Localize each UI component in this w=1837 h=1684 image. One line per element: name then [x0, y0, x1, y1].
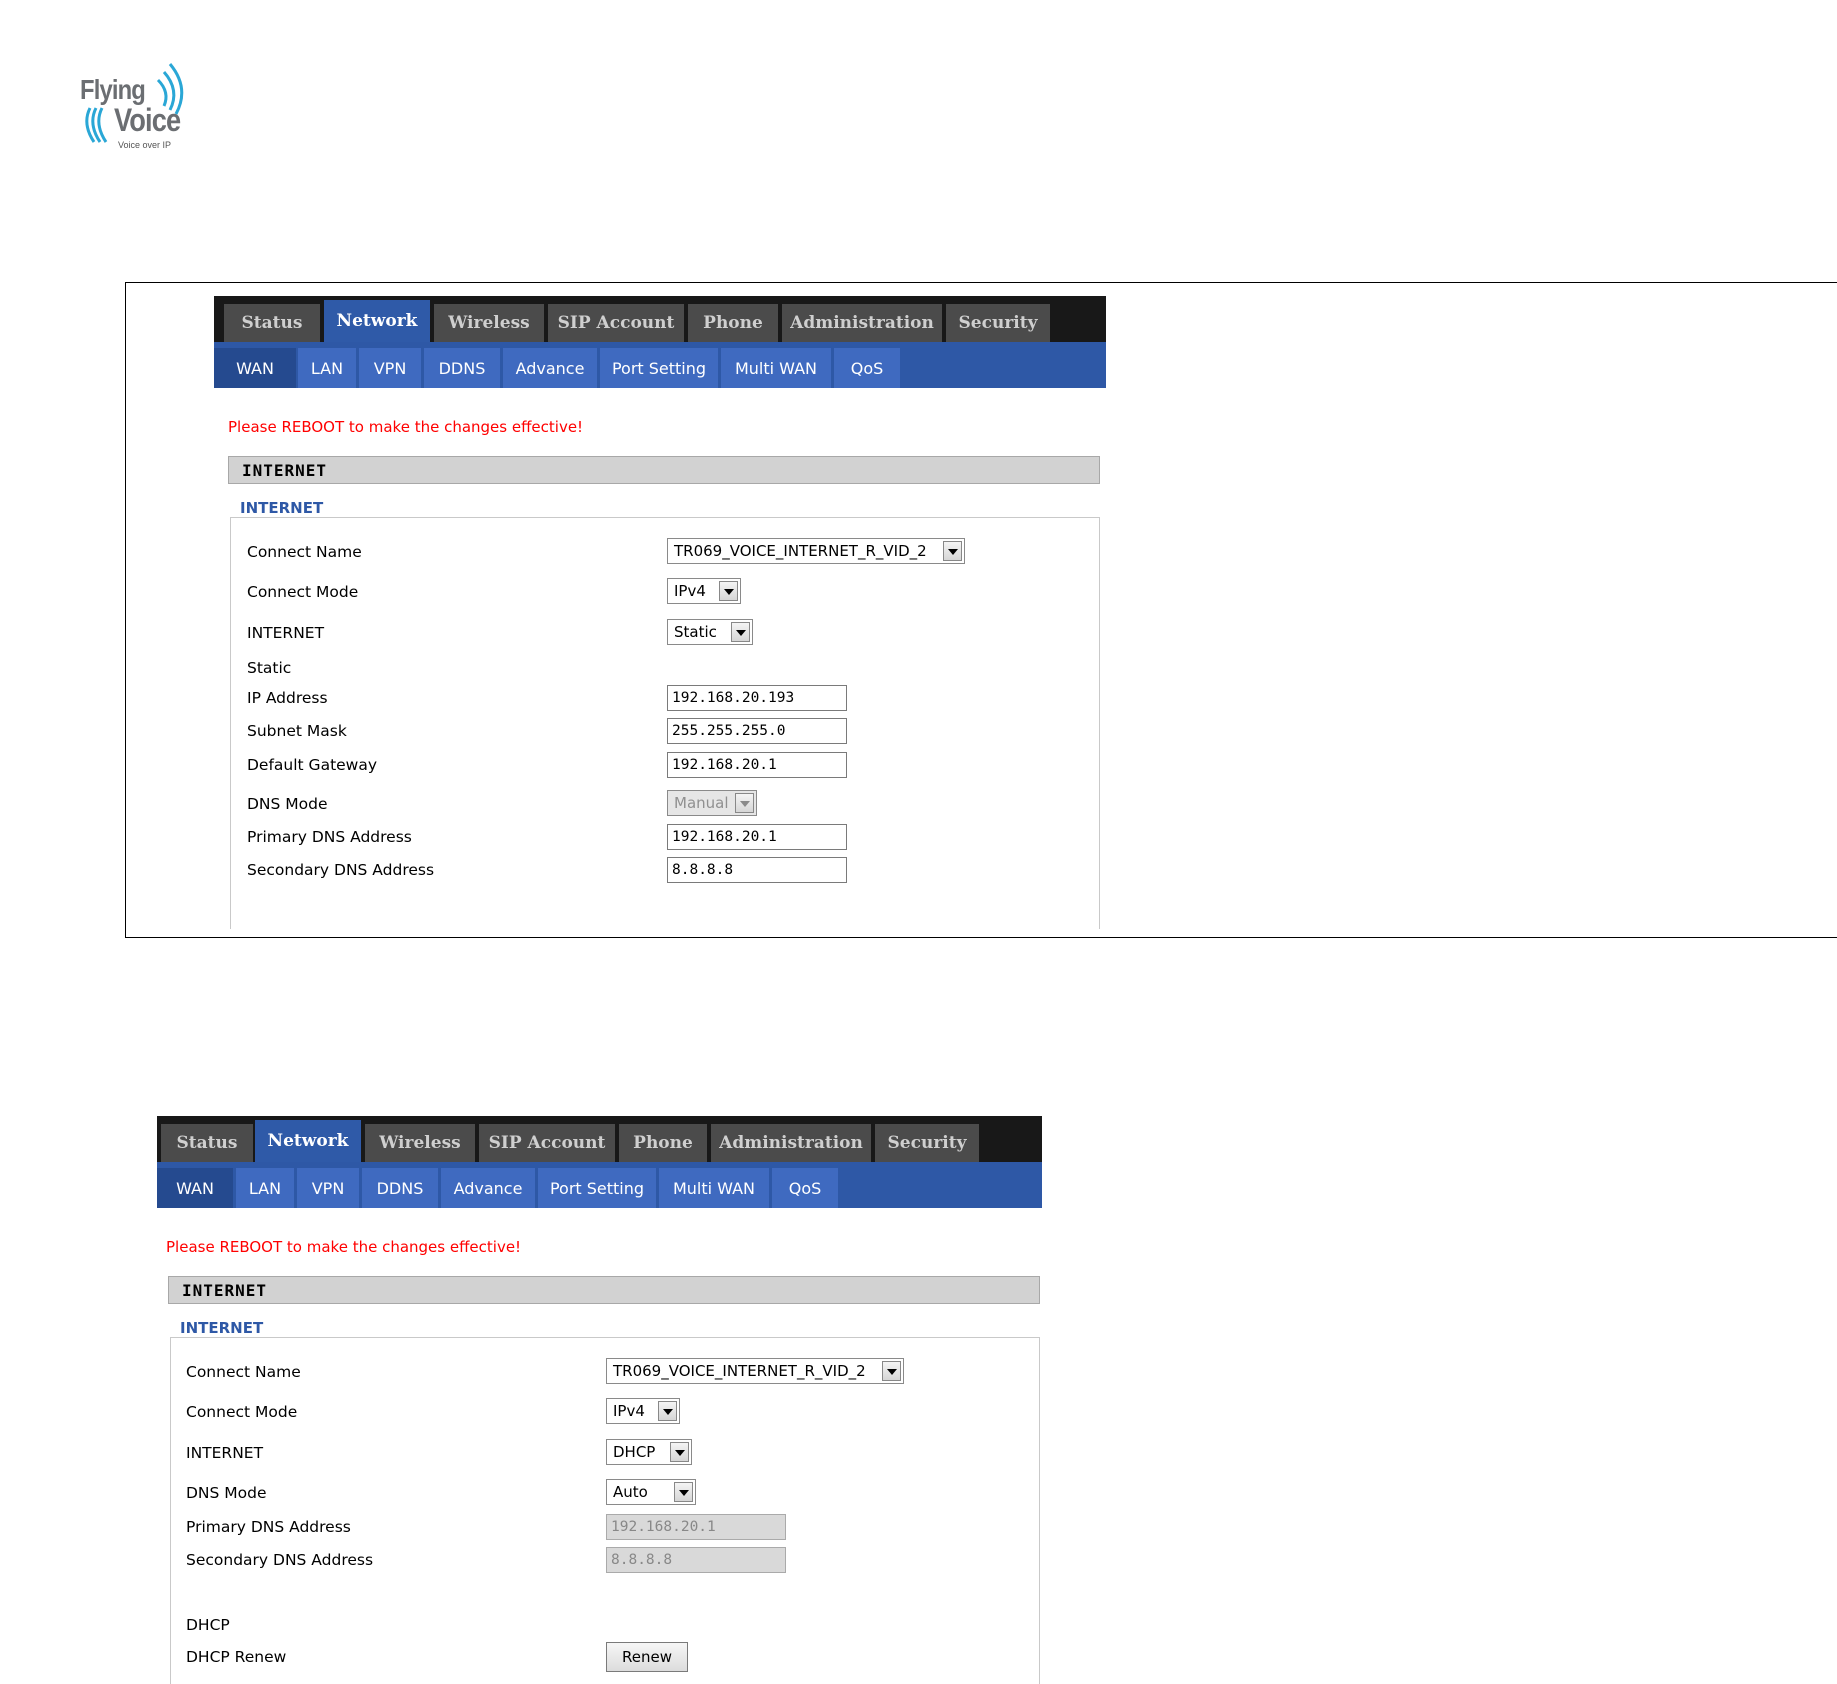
subtab-wan[interactable]: WAN — [157, 1168, 233, 1208]
connect-mode-value: IPv4 — [674, 582, 706, 600]
connect-mode-value: IPv4 — [613, 1402, 645, 1420]
connect-name-label: Connect Name — [186, 1363, 301, 1381]
logo-tagline: Voice over IP — [118, 140, 172, 150]
connect-name-label: Connect Name — [247, 543, 362, 561]
subtab-ddns[interactable]: DDNS — [362, 1168, 438, 1208]
section-title: INTERNET — [182, 1280, 268, 1300]
section-title-bar: INTERNET — [228, 456, 1100, 484]
default-gateway-input[interactable]: 192.168.20.1 — [667, 752, 847, 778]
subnet-mask-label: Subnet Mask — [247, 722, 347, 740]
internet-fieldset — [170, 1337, 1040, 1684]
screen-static: Status Network Wireless SIP Account Phon… — [214, 296, 1106, 929]
ip-address-input[interactable]: 192.168.20.193 — [667, 685, 847, 711]
subtab-lan[interactable]: LAN — [298, 348, 356, 388]
chevron-down-icon[interactable] — [731, 622, 750, 642]
chevron-down-icon[interactable] — [674, 1482, 693, 1502]
tab-status[interactable]: Status — [224, 304, 320, 342]
tab-sip-account[interactable]: SIP Account — [479, 1124, 615, 1162]
subtab-port-setting[interactable]: Port Setting — [600, 348, 718, 388]
tab-wireless[interactable]: Wireless — [365, 1124, 475, 1162]
tab-security[interactable]: Security — [946, 304, 1050, 342]
chevron-down-icon[interactable] — [719, 581, 738, 601]
subtab-advance[interactable]: Advance — [441, 1168, 535, 1208]
dns-mode-select[interactable]: Auto — [606, 1479, 696, 1505]
tab-network[interactable]: Network — [324, 300, 430, 342]
tab-phone[interactable]: Phone — [688, 304, 778, 342]
tab-wireless[interactable]: Wireless — [434, 304, 544, 342]
flying-voice-logo: Flying Voice Voice over IP — [80, 58, 190, 154]
internet-type-select[interactable]: Static — [667, 619, 753, 645]
ip-address-label: IP Address — [247, 689, 328, 707]
reboot-notice: Please REBOOT to make the changes effect… — [166, 1238, 522, 1256]
secondary-dns-input[interactable]: 8.8.8.8 — [667, 857, 847, 883]
subtab-qos[interactable]: QoS — [772, 1168, 838, 1208]
chevron-down-icon[interactable] — [658, 1401, 677, 1421]
dns-mode-label: DNS Mode — [186, 1484, 267, 1502]
fieldset-legend: INTERNET — [170, 1319, 270, 1337]
secondary-dns-label: Secondary DNS Address — [186, 1551, 374, 1569]
secondary-dns-input[interactable]: 8.8.8.8 — [606, 1547, 786, 1573]
tab-phone[interactable]: Phone — [619, 1124, 707, 1162]
internet-type-select[interactable]: DHCP — [606, 1439, 692, 1465]
renew-button[interactable]: Renew — [606, 1642, 688, 1672]
section-title-bar: INTERNET — [168, 1276, 1040, 1304]
connect-name-select[interactable]: TR069_VOICE_INTERNET_R_VID_2 — [606, 1358, 904, 1384]
section-title: INTERNET — [242, 460, 328, 480]
fieldset-legend: INTERNET — [230, 499, 330, 517]
default-gateway-label: Default Gateway — [247, 756, 378, 774]
connect-name-value: TR069_VOICE_INTERNET_R_VID_2 — [674, 542, 927, 560]
dhcp-renew-label: DHCP Renew — [186, 1648, 287, 1666]
connect-mode-label: Connect Mode — [247, 583, 359, 601]
secondary-dns-label: Secondary DNS Address — [247, 861, 435, 879]
internet-type-value: DHCP — [613, 1443, 656, 1461]
subtab-port-setting[interactable]: Port Setting — [538, 1168, 656, 1208]
screen-dhcp: Status Network Wireless SIP Account Phon… — [157, 1116, 1049, 1684]
subnet-mask-input[interactable]: 255.255.255.0 — [667, 718, 847, 744]
tab-administration[interactable]: Administration — [782, 304, 942, 342]
main-tabs: Status Network Wireless SIP Account Phon… — [214, 296, 1106, 342]
dns-mode-label: DNS Mode — [247, 795, 328, 813]
sub-tabs: WAN LAN VPN DDNS Advance Port Setting Mu… — [157, 1162, 1042, 1208]
primary-dns-label: Primary DNS Address — [247, 828, 412, 846]
subtab-vpn[interactable]: VPN — [359, 348, 421, 388]
chevron-down-icon[interactable] — [735, 793, 754, 813]
internet-type-value: Static — [674, 623, 717, 641]
subtab-lan[interactable]: LAN — [236, 1168, 294, 1208]
tab-security[interactable]: Security — [875, 1124, 979, 1162]
dns-mode-select[interactable]: Manual — [667, 790, 757, 816]
chevron-down-icon[interactable] — [943, 541, 962, 561]
subtab-wan[interactable]: WAN — [214, 348, 296, 388]
tab-network[interactable]: Network — [255, 1120, 361, 1162]
subtab-vpn[interactable]: VPN — [297, 1168, 359, 1208]
subtab-ddns[interactable]: DDNS — [424, 348, 500, 388]
subtab-multi-wan[interactable]: Multi WAN — [659, 1168, 769, 1208]
static-label: Static — [247, 659, 292, 677]
tab-status[interactable]: Status — [161, 1124, 253, 1162]
connect-mode-select[interactable]: IPv4 — [667, 578, 741, 604]
tab-sip-account[interactable]: SIP Account — [548, 304, 684, 342]
logo-word-voice: Voice — [114, 102, 181, 138]
connect-mode-select[interactable]: IPv4 — [606, 1398, 680, 1424]
tab-administration[interactable]: Administration — [711, 1124, 871, 1162]
subtab-advance[interactable]: Advance — [503, 348, 597, 388]
subtab-qos[interactable]: QoS — [834, 348, 900, 388]
internet-label: INTERNET — [186, 1444, 264, 1462]
primary-dns-label: Primary DNS Address — [186, 1518, 351, 1536]
subtab-multi-wan[interactable]: Multi WAN — [721, 348, 831, 388]
connect-name-value: TR069_VOICE_INTERNET_R_VID_2 — [613, 1362, 866, 1380]
chevron-down-icon[interactable] — [882, 1361, 901, 1381]
connect-name-select[interactable]: TR069_VOICE_INTERNET_R_VID_2 — [667, 538, 965, 564]
primary-dns-input[interactable]: 192.168.20.1 — [606, 1514, 786, 1540]
connect-mode-label: Connect Mode — [186, 1403, 298, 1421]
reboot-notice: Please REBOOT to make the changes effect… — [228, 418, 584, 436]
sub-tabs: WAN LAN VPN DDNS Advance Port Setting Mu… — [214, 342, 1106, 388]
internet-label: INTERNET — [247, 624, 325, 642]
main-tabs: Status Network Wireless SIP Account Phon… — [157, 1116, 1042, 1162]
primary-dns-input[interactable]: 192.168.20.1 — [667, 824, 847, 850]
chevron-down-icon[interactable] — [670, 1442, 689, 1462]
dns-mode-value: Manual — [674, 794, 729, 812]
dns-mode-value: Auto — [613, 1483, 648, 1501]
dhcp-label: DHCP — [186, 1616, 230, 1634]
